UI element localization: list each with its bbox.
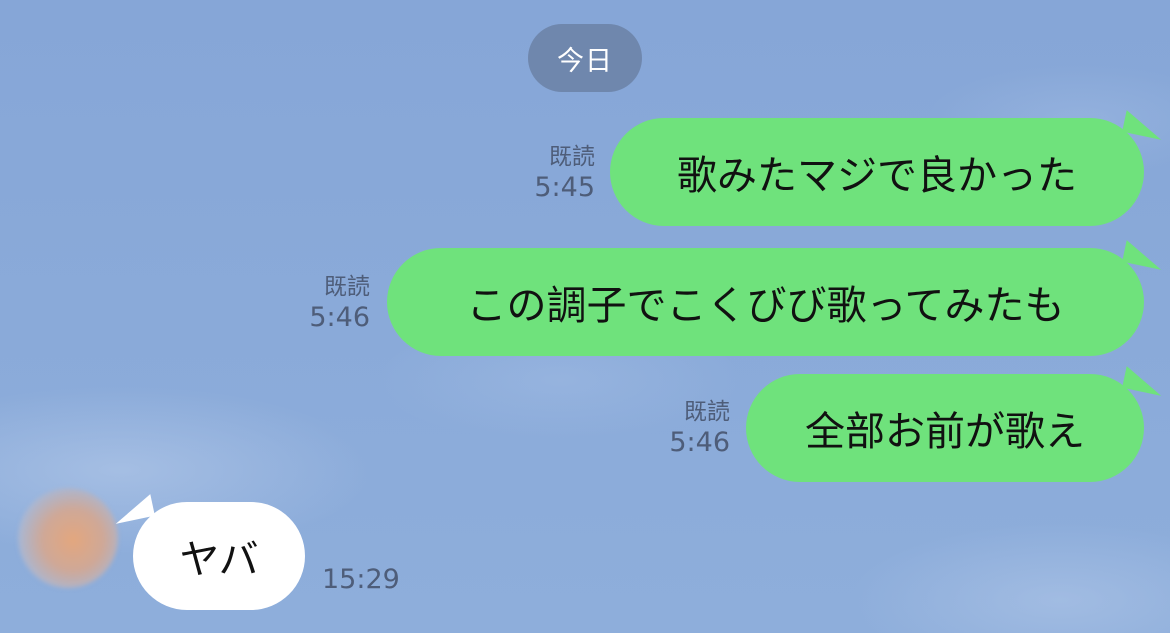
message-meta: 既読 5:45 bbox=[534, 144, 595, 204]
message-meta: 既読 5:46 bbox=[669, 399, 730, 459]
message-text: 歌みたマジで良かった bbox=[677, 153, 1077, 199]
message-text: ヤバ bbox=[179, 537, 259, 583]
message-time: 5:45 bbox=[534, 171, 595, 203]
incoming-message-bubble[interactable]: ヤバ bbox=[111, 494, 305, 610]
message-text: この調子でこくびび歌ってみたも bbox=[466, 283, 1065, 329]
message-time: 5:46 bbox=[669, 426, 730, 458]
message-meta: 既読 5:46 bbox=[309, 274, 370, 334]
read-receipt: 既読 bbox=[549, 144, 595, 170]
outgoing-message-bubble[interactable]: 全部お前が歌え bbox=[746, 366, 1166, 482]
contact-avatar[interactable] bbox=[18, 488, 118, 588]
read-receipt: 既読 bbox=[684, 399, 730, 425]
message-text: 全部お前が歌え bbox=[805, 409, 1085, 455]
message-time: 15:29 bbox=[322, 564, 400, 595]
outgoing-message-bubble[interactable]: この調子でこくびび歌ってみたも bbox=[387, 240, 1166, 356]
outgoing-message-bubble[interactable]: 歌みたマジで良かった bbox=[610, 110, 1166, 226]
message-time: 5:46 bbox=[309, 301, 370, 333]
read-receipt: 既読 bbox=[324, 274, 370, 300]
date-separator: 今日 bbox=[528, 24, 642, 92]
